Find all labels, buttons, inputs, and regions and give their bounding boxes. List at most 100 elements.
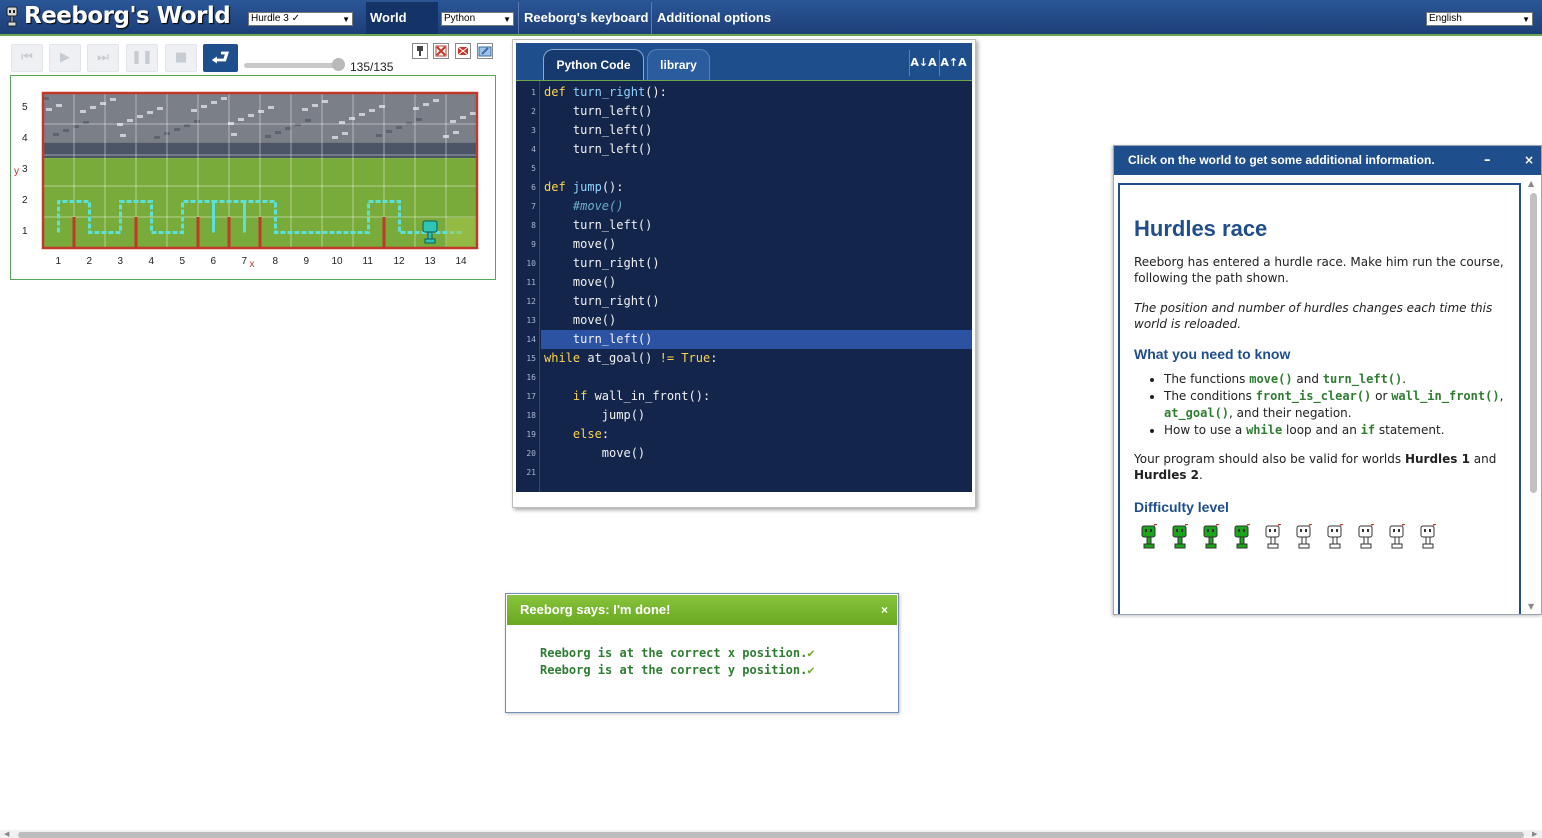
x-axis-label: 3	[117, 256, 124, 267]
additional-options-button[interactable]: Additional options	[651, 2, 775, 34]
info-scrollbar[interactable]: ▲ ▼	[1526, 179, 1540, 614]
code-line[interactable]: 17 if wall_in_front():	[516, 387, 972, 406]
code-line[interactable]: 5	[516, 159, 972, 178]
pause-button[interactable]: ❚❚	[126, 44, 158, 72]
goal-tile	[447, 218, 476, 247]
line-number: 1	[531, 88, 536, 97]
done-dialog-header: Reeborg says: I'm done! ×	[507, 595, 897, 625]
code-line[interactable]: 3 turn_left()	[516, 121, 972, 140]
code-line[interactable]: 7 #move()	[516, 197, 972, 216]
world-info-button[interactable]: World Info	[366, 2, 438, 57]
crowd-dot	[80, 110, 86, 113]
y-axis-label: 3	[22, 163, 28, 175]
code-text: def turn_right():	[544, 85, 667, 99]
code-editor[interactable]: 1 def turn_right(): 2 turn_left() 3 turn_le…	[516, 80, 972, 493]
decrease-font-button[interactable]: A↓A	[909, 50, 937, 76]
locale-select-value: English	[1429, 13, 1462, 24]
tab-python-code[interactable]: Python Code	[543, 49, 644, 82]
code-line[interactable]: 2 turn_left()	[516, 102, 972, 121]
crowd-dot	[305, 119, 311, 122]
code-line[interactable]: 4 turn_left()	[516, 140, 972, 159]
code-line[interactable]: 13 move()	[516, 311, 972, 330]
page-horizontal-scrollbar[interactable]: ◀ ▶	[0, 830, 1542, 838]
hurdle-wall	[196, 217, 200, 248]
crowd-dot	[56, 104, 62, 107]
scroll-down-icon[interactable]: ▼	[1528, 602, 1534, 611]
step-button[interactable]: ⏭	[87, 44, 119, 72]
crowd-dot	[137, 115, 143, 118]
code-line[interactable]: 14 turn_left()	[516, 330, 972, 349]
chevron-down-icon: ▼	[503, 15, 511, 24]
programming-language-select[interactable]: Python ▼	[441, 12, 514, 26]
code-line[interactable]: 21	[516, 463, 972, 482]
code-line[interactable]: 6 def jump():	[516, 178, 972, 197]
list-item: How to use a while loop and an if statem…	[1164, 422, 1505, 439]
crowd-dot	[258, 110, 264, 113]
code-line[interactable]: 19 else:	[516, 425, 972, 444]
info-panel-header[interactable]: Click on the world to get some additiona…	[1114, 146, 1541, 175]
code-text: if wall_in_front():	[572, 389, 711, 403]
play-icon: ▶	[60, 50, 70, 65]
tab-library[interactable]: library	[647, 49, 710, 82]
crowd-dot	[396, 126, 402, 129]
world-grid[interactable]	[11, 76, 497, 281]
world-canvas[interactable]: 54321y 1 2 3 4 5 6 7 8 9 10 11 12 13 14 x	[10, 75, 496, 280]
code-line[interactable]: 11 move()	[516, 273, 972, 292]
scroll-thumb[interactable]	[1530, 193, 1537, 493]
scroll-left-icon[interactable]: ◀	[4, 830, 9, 838]
code-line[interactable]: 1 def turn_right():	[516, 83, 972, 102]
done-message-y: Reeborg is at the correct y position.✔	[540, 663, 815, 677]
code-line[interactable]: 10 turn_right()	[516, 254, 972, 273]
crowd-dot	[470, 112, 476, 115]
crowd-dot	[275, 131, 281, 134]
scroll-right-icon[interactable]: ▶	[1532, 830, 1537, 838]
line-number: 5	[531, 164, 536, 173]
robot-body	[427, 231, 433, 240]
code-line[interactable]: 9 move()	[516, 235, 972, 254]
code-line[interactable]: 20 move()	[516, 444, 972, 463]
crowd-dot	[386, 130, 392, 133]
world-select[interactable]: Hurdle 3 ✓ ▼	[248, 12, 353, 26]
difficulty-robot-filled-icon	[1172, 524, 1189, 549]
y-axis-label: 2	[22, 194, 28, 206]
close-icon[interactable]: ×	[1524, 146, 1534, 175]
delete-robot-icon[interactable]	[433, 43, 449, 59]
crowd-dot	[46, 108, 52, 111]
locale-select[interactable]: English ▼	[1426, 12, 1533, 26]
code-line[interactable]: 12 turn_right()	[516, 292, 972, 311]
play-button[interactable]: ▶	[49, 44, 81, 72]
horizontal-scroll-thumb[interactable]	[18, 832, 1524, 838]
info-note: The position and number of hurdles chang…	[1134, 301, 1493, 331]
stop-button[interactable]: ■	[165, 44, 197, 72]
clear-world-icon[interactable]	[455, 43, 471, 59]
line-number: 10	[526, 259, 536, 268]
reverse-step-button[interactable]: ⏮	[11, 44, 43, 72]
code-text: #move()	[544, 199, 624, 213]
scroll-up-icon[interactable]: ▲	[1528, 179, 1534, 188]
minimize-icon[interactable]: –	[1484, 146, 1491, 175]
y-axis-label: 1	[22, 225, 28, 237]
info-intro: Reeborg has entered a hurdle race. Make …	[1134, 255, 1504, 285]
code-line[interactable]: 18 jump()	[516, 406, 972, 425]
reload-button[interactable]: ⮐	[203, 44, 238, 72]
editor-tab-bar: Python Code library A↓A A↑A	[516, 43, 972, 82]
playback-slider[interactable]	[244, 63, 344, 68]
reeborg-keyboard-button[interactable]: Reeborg's keyboard	[518, 2, 652, 34]
close-icon[interactable]: ×	[881, 595, 888, 625]
crowd-dot	[157, 107, 163, 110]
playback-slider-thumb[interactable]	[332, 58, 345, 71]
robot-icon	[422, 220, 438, 233]
know-heading: What you need to know	[1134, 346, 1291, 362]
code-line[interactable]: 16	[516, 368, 972, 387]
crowd-dot	[120, 134, 126, 137]
editor-resize-area	[516, 492, 972, 502]
pause-icon: ❚❚	[131, 50, 153, 65]
edit-world-icon[interactable]	[477, 43, 493, 59]
code-text: move()	[544, 446, 646, 460]
line-number: 19	[526, 430, 536, 439]
code-line[interactable]: 8 turn_left()	[516, 216, 972, 235]
increase-font-button[interactable]: A↑A	[939, 50, 967, 76]
code-line[interactable]: 15 while at_goal() != True:	[516, 349, 972, 368]
difficulty-robot-empty-icon	[1327, 524, 1344, 549]
robot-details-icon[interactable]	[412, 43, 428, 59]
